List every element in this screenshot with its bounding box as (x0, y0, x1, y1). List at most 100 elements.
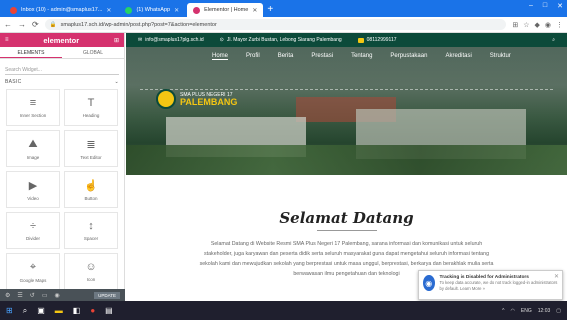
nav-profil[interactable]: Profil (246, 53, 260, 60)
image-icon: ⛰ (28, 137, 38, 150)
windows-start-icon[interactable]: ⊞ (6, 306, 13, 315)
nav-akreditasi[interactable]: Akreditasi (445, 53, 471, 60)
school-emblem-icon (156, 89, 176, 109)
mail-icon: ✉ (138, 37, 143, 43)
update-button[interactable]: UPDATE (94, 291, 120, 299)
widget-spacer[interactable]: ↕ Spacer (64, 212, 118, 249)
widget-button[interactable]: ☝ Button (64, 171, 118, 208)
smiley-icon: ☺ (85, 261, 97, 273)
new-tab-button[interactable]: + (267, 3, 273, 17)
close-icon[interactable]: ✕ (554, 273, 559, 280)
photos-icon[interactable]: ▤ (105, 306, 113, 315)
close-icon[interactable]: ✕ (174, 7, 179, 14)
nav-home[interactable]: Home (212, 53, 229, 60)
widget-icon[interactable]: ☺ Icon (64, 253, 118, 290)
widget-label: Button (84, 195, 98, 201)
reload-icon[interactable]: ⟳ (32, 20, 39, 29)
hamburger-icon[interactable]: ≡ (5, 37, 9, 43)
widget-search-input[interactable]: Search Widget... (5, 65, 119, 75)
browser-tab-gmail[interactable]: Inbox (10) - admin@smaplus17... ✕ (4, 3, 117, 17)
category-header[interactable]: BASIC ⌄ (5, 79, 119, 85)
widget-text-editor[interactable]: ≣ Text Editor (64, 130, 118, 167)
history-icon[interactable]: ↺ (30, 292, 35, 299)
wifi-icon[interactable]: ◠ (511, 308, 515, 314)
widget-label: Heading (82, 113, 100, 118)
minimize-button[interactable]: – (529, 2, 533, 10)
tab-global[interactable]: GLOBAL (62, 47, 124, 58)
widget-label: Icon (86, 277, 96, 282)
search-icon[interactable]: ⌕ (552, 37, 555, 43)
browser-tab-whatsapp[interactable]: (1) WhatsApp ✕ (119, 3, 185, 17)
address-bar-row: ← → ⟳ 🔒 smaplus17.sch.id/wp-admin/post.p… (0, 17, 567, 33)
widget-label: Divider (25, 236, 40, 241)
heading-icon: T (87, 97, 95, 109)
profile-icon[interactable]: ◉ (545, 21, 551, 29)
nav-tentang[interactable]: Tentang (351, 53, 372, 60)
widget-label: Spacer (83, 236, 99, 241)
gmail-icon (10, 6, 17, 14)
widget-divider[interactable]: ÷ Divider (6, 212, 60, 249)
widget-image[interactable]: ⛰ Image (6, 130, 60, 167)
welcome-title: Selamat Datang (279, 209, 414, 227)
map-icon: ⌖ (29, 260, 37, 273)
widget-google-maps[interactable]: ⌖ Google Maps (6, 253, 60, 290)
language-indicator[interactable]: ENG (521, 308, 532, 314)
notification-text[interactable]: To keep data accurate, we do not track l… (440, 280, 558, 291)
tab-elements[interactable]: ELEMENTS (0, 47, 62, 58)
close-icon[interactable]: ✕ (252, 7, 257, 14)
notification-center-icon[interactable]: ▢ (556, 308, 561, 314)
nav-struktur[interactable]: Struktur (490, 53, 511, 60)
navigator-icon[interactable]: ☰ (17, 292, 22, 299)
topbar-phone: 08112999117 (357, 37, 397, 43)
extension-icon[interactable]: ◆ (535, 21, 540, 29)
store-icon[interactable]: ◧ (73, 306, 81, 315)
back-arrow-icon[interactable]: ← (4, 20, 12, 29)
button-icon: ☝ (84, 179, 98, 192)
search-icon[interactable]: ⌕ (23, 306, 27, 316)
url-field[interactable]: 🔒 smaplus17.sch.id/wp-admin/post.php?pos… (44, 19, 507, 30)
topbar-email[interactable]: ✉ info@smaplus17plg.sch.id (138, 37, 204, 43)
widget-label: Video (27, 195, 39, 201)
responsive-icon[interactable]: ▭ (42, 292, 48, 299)
close-icon[interactable]: ✕ (106, 7, 111, 14)
nav-berita[interactable]: Berita (278, 53, 294, 60)
chevron-up-icon[interactable]: ^ (502, 308, 504, 314)
tab-label: Inbox (10) - admin@smaplus17... (21, 7, 103, 13)
task-view-icon[interactable]: ▣ (37, 306, 45, 315)
star-icon[interactable]: ☆ (523, 21, 529, 29)
nav-prestasi[interactable]: Prestasi (311, 53, 333, 60)
grid-icon[interactable]: ⊞ (114, 37, 119, 44)
browser-tab-elementor[interactable]: Elementor | Home ✕ (187, 3, 264, 17)
system-tray: ^ ◠ ENG 12:03 ▢ (502, 308, 561, 314)
widget-heading[interactable]: T Heading (64, 89, 118, 126)
close-window-button[interactable]: ✕ (557, 2, 563, 10)
extensions-area: ⊞ ☆ ◆ ◉ ⋮ (512, 21, 563, 29)
clock[interactable]: 12:03 (538, 308, 551, 314)
file-explorer-icon[interactable]: ▬ (55, 306, 63, 315)
tab-label: Elementor | Home (204, 7, 249, 13)
widget-video[interactable]: ▶ Video (6, 171, 60, 208)
text-editor-icon: ≣ (86, 138, 96, 151)
chrome-icon[interactable]: ● (90, 306, 95, 315)
search-placeholder: Search Widget... (5, 66, 42, 73)
title-divider (316, 230, 377, 231)
maximize-button[interactable]: □ (543, 2, 547, 10)
location-icon: ⊙ (219, 37, 224, 43)
tab-label: (1) WhatsApp (136, 7, 171, 13)
windows-taskbar: ⊞ ⌕ ▣ ▬ ◧ ● ▤ ^ ◠ ENG 12:03 ▢ (0, 301, 567, 320)
widget-inner-section[interactable]: ≡ Inner Section (6, 89, 60, 126)
translate-icon[interactable]: ⊞ (512, 21, 518, 29)
preview-icon[interactable]: ◉ (54, 292, 59, 299)
menu-dots-icon[interactable]: ⋮ (556, 21, 563, 29)
window-controls: – □ ✕ (529, 2, 563, 10)
forward-arrow-icon[interactable]: → (18, 20, 26, 29)
brand-text: SMA PLUS NEGERI 17 PALEMBANG (180, 92, 237, 107)
chevron-down-icon: ⌄ (114, 79, 119, 85)
video-icon: ▶ (28, 179, 38, 192)
inner-section-icon: ≡ (29, 97, 37, 109)
settings-icon[interactable]: ⚙ (5, 292, 10, 299)
site-brand[interactable]: SMA PLUS NEGERI 17 PALEMBANG (156, 89, 237, 109)
url-text: smaplus17.sch.id/wp-admin/post.php?post=… (60, 21, 217, 28)
nav-perpustakaan[interactable]: Perpustakaan (390, 53, 427, 60)
elementor-tabs: ELEMENTS GLOBAL (0, 47, 124, 59)
